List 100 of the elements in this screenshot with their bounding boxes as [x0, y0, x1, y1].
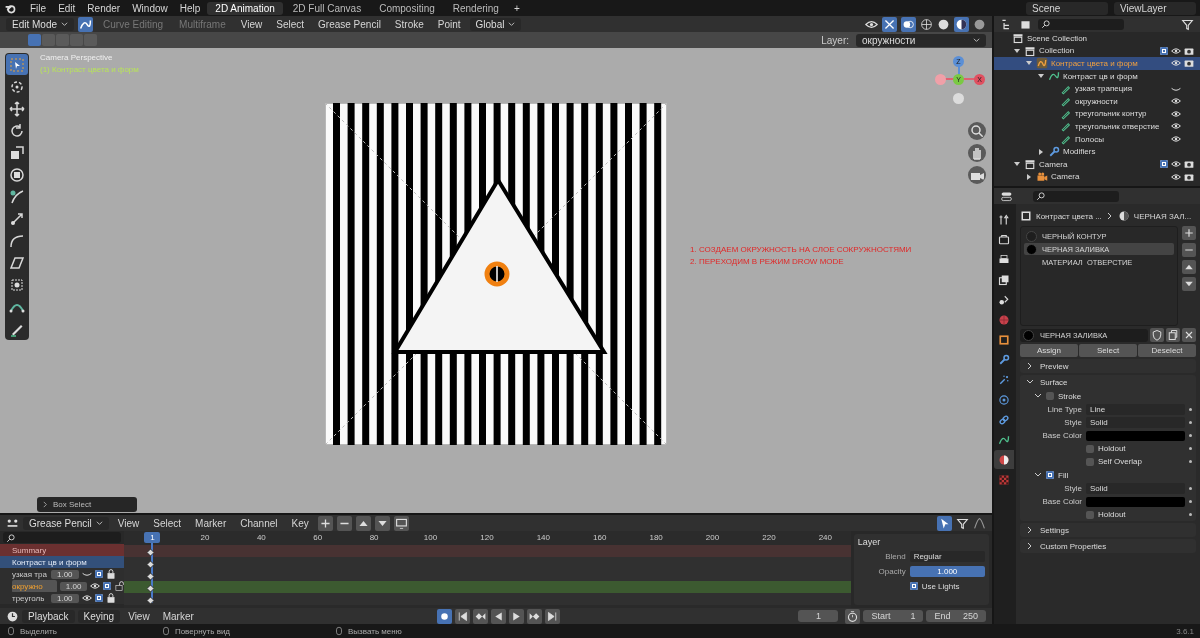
color-field[interactable] [1086, 430, 1185, 441]
action-button[interactable]: Deselect [1138, 344, 1196, 357]
checkbox[interactable] [909, 582, 918, 591]
panel-header[interactable]: Custom Properties [1020, 539, 1196, 553]
wireframe-shading-icon[interactable] [920, 17, 933, 31]
copy-icon[interactable] [1166, 328, 1180, 342]
overlay-icon[interactable] [901, 16, 916, 32]
falloff-icon[interactable] [973, 516, 986, 530]
jump-start-icon[interactable] [455, 608, 471, 624]
filter-icon[interactable] [1181, 17, 1194, 31]
gizmo-icon[interactable] [882, 16, 897, 32]
tree-item[interactable]: Контраст цв и форм [1063, 71, 1138, 81]
material-shading-icon[interactable] [954, 16, 969, 32]
menu-item[interactable]: Stroke [389, 18, 429, 30]
menu-item[interactable]: Render [82, 2, 126, 14]
object-channel[interactable]: Контраст цв и форм [0, 556, 125, 569]
stroke-icon[interactable] [78, 16, 94, 32]
menu-item[interactable]: Key [286, 517, 314, 529]
menu-item[interactable]: Channel [235, 517, 283, 529]
menu-item[interactable]: Window [127, 2, 173, 14]
blend-dropdown[interactable]: Regular [909, 550, 985, 562]
menu-item[interactable]: View [112, 517, 145, 529]
close-icon[interactable] [1182, 328, 1196, 342]
checkbox[interactable] [94, 594, 103, 603]
disclosure-triangle-icon[interactable] [1025, 172, 1033, 181]
eye-icon[interactable] [1171, 134, 1181, 145]
prev-keyframe-icon[interactable] [473, 608, 489, 624]
disclosure-triangle-icon[interactable] [1013, 46, 1021, 55]
menu-item[interactable]: Marker [190, 517, 232, 529]
breadcrumb-item[interactable]: Контраст цвета ... [1036, 211, 1102, 221]
tree-item[interactable]: окружности [1075, 96, 1118, 106]
stopwatch-icon[interactable] [845, 608, 861, 624]
menu-dropdown[interactable]: Keying [77, 609, 121, 623]
eye-icon[interactable] [1171, 171, 1181, 182]
camera-icon[interactable] [1184, 58, 1194, 69]
eye-icon[interactable] [81, 593, 92, 604]
tree-item[interactable]: Collection [1039, 46, 1075, 56]
color-field[interactable] [1086, 496, 1185, 507]
search-field[interactable] [1038, 18, 1124, 30]
layer-name[interactable]: узкая тра [12, 569, 48, 579]
start-frame-field[interactable]: Start 1 [863, 610, 924, 622]
shield-icon[interactable] [1150, 328, 1164, 342]
orientation-dropdown[interactable]: Global [469, 17, 522, 31]
disclosure-triangle-icon[interactable] [1037, 147, 1045, 156]
menu-item[interactable]: Point [432, 18, 466, 30]
workspace-tab[interactable]: 2D Animation [207, 1, 283, 15]
current-frame-field[interactable]: 1 [798, 610, 839, 622]
eye-icon[interactable] [1171, 121, 1181, 132]
end-frame-field[interactable]: End 250 [926, 610, 986, 622]
lock-icon[interactable] [105, 569, 116, 580]
workspace-tab[interactable]: Rendering [444, 1, 507, 15]
next-keyframe-icon[interactable] [527, 608, 543, 624]
tree-item[interactable]: треугольник отверстие [1075, 121, 1160, 131]
monitor-icon[interactable] [393, 515, 409, 531]
eye-icon[interactable] [1171, 45, 1181, 56]
action-button[interactable]: Assign [1020, 344, 1078, 357]
tree-item[interactable]: Modifiers [1063, 147, 1096, 157]
menu-item[interactable]: View [123, 610, 155, 622]
menu-item[interactable]: Marker [157, 610, 199, 622]
panel-header[interactable]: Surface [1020, 375, 1196, 389]
eye-icon[interactable] [1171, 96, 1181, 107]
menu-item[interactable]: Edit [53, 2, 81, 14]
opacity-field[interactable]: 1.00 [51, 593, 79, 603]
play-icon[interactable] [509, 608, 525, 624]
clock-icon[interactable] [6, 609, 19, 623]
layer-dropdown[interactable]: окружности [856, 33, 986, 47]
rendered-shading-icon[interactable] [973, 17, 986, 31]
panel-title[interactable]: Layer [857, 537, 985, 548]
tree-item[interactable]: Полосы [1075, 134, 1104, 144]
editor-type-icon[interactable] [1000, 189, 1013, 203]
dropdown[interactable]: Line [1086, 404, 1185, 415]
menu-item[interactable]: View [235, 18, 268, 30]
solid-shading-icon[interactable] [937, 17, 950, 31]
tree-item[interactable]: Camera [1051, 172, 1080, 182]
plus-icon[interactable] [317, 515, 333, 531]
checkbox[interactable] [103, 582, 112, 591]
opacity-field[interactable]: 1.00 [51, 569, 79, 579]
checkbox[interactable] [1086, 457, 1094, 466]
panel-header[interactable]: Preview [1020, 359, 1196, 373]
checkbox[interactable] [94, 570, 103, 579]
dropdown[interactable]: Solid [1086, 483, 1185, 494]
summary-channel[interactable]: Summary [0, 544, 125, 557]
eye-icon[interactable] [1171, 58, 1181, 69]
workspace-tab[interactable]: Compositing [371, 1, 443, 15]
workspace-tab[interactable]: 2D Full Canvas [284, 1, 370, 15]
action-button[interactable]: Select [1079, 344, 1137, 357]
checkbox[interactable] [1046, 471, 1054, 479]
axis-handle[interactable] [935, 74, 946, 85]
lock-icon[interactable] [114, 581, 125, 592]
current-frame-marker[interactable]: 1 [144, 532, 161, 544]
add-workspace-button[interactable]: + [508, 2, 525, 14]
eye-icon[interactable] [90, 581, 101, 592]
record-icon[interactable] [437, 608, 453, 624]
tree-item[interactable]: треугольник контур [1075, 109, 1147, 119]
checkbox[interactable] [1160, 160, 1168, 169]
scene-field[interactable]: Scene [1026, 1, 1108, 15]
jump-end-icon[interactable] [545, 608, 561, 624]
eye-icon[interactable] [1171, 159, 1181, 170]
checkbox[interactable] [1086, 510, 1094, 519]
filter-icon[interactable] [956, 516, 969, 530]
